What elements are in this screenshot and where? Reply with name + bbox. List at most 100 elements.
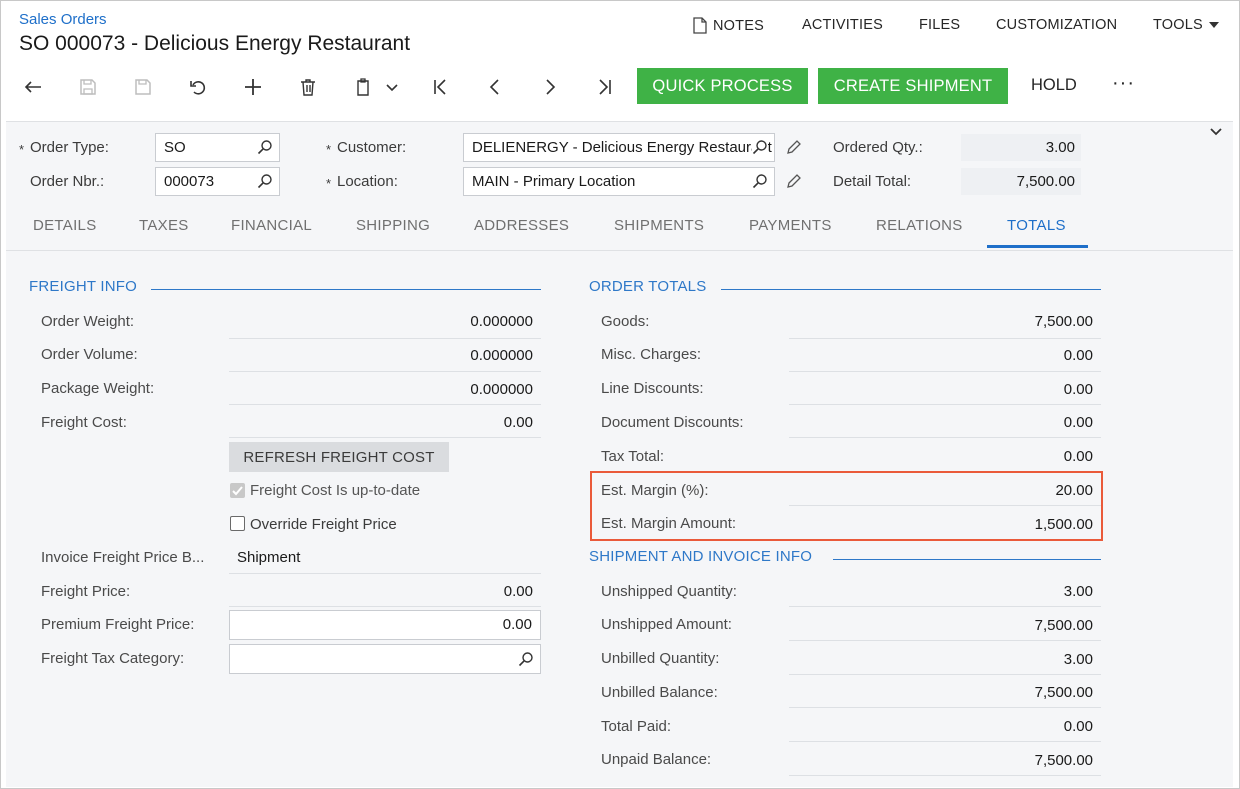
tax-total-value: 0.00 [1063, 448, 1093, 465]
total-paid-value: 0.00 [1063, 718, 1093, 735]
location-field[interactable]: MAIN - Primary Location [463, 167, 775, 196]
edit-customer-pencil-icon[interactable] [786, 139, 802, 160]
ordered-qty-label: Ordered Qty.: [833, 139, 923, 156]
detail-total-value: 7,500.00 [961, 168, 1081, 195]
files-button[interactable]: FILES [919, 17, 960, 33]
tab-taxes[interactable]: TAXES [139, 217, 189, 234]
margin-highlight-box [590, 471, 1103, 541]
undo-icon[interactable] [186, 75, 210, 99]
search-icon[interactable] [518, 651, 534, 671]
create-shipment-button[interactable]: CREATE SHIPMENT [818, 68, 1008, 104]
invoice-freight-basis-value: Shipment [237, 549, 301, 566]
breadcrumb[interactable]: Sales Orders [19, 11, 107, 28]
order-volume-value: 0.000000 [470, 347, 533, 364]
section-divider [833, 559, 1101, 560]
tab-payments[interactable]: PAYMENTS [749, 217, 832, 234]
collapse-chevron-icon[interactable] [1208, 124, 1224, 145]
first-record-icon[interactable] [428, 75, 452, 99]
freight-up-to-date-label: Freight Cost Is up-to-date [250, 482, 421, 499]
tab-addresses[interactable]: ADDRESSES [474, 217, 569, 234]
unpaid-balance-value: 7,500.00 [1034, 752, 1093, 769]
tab-relations[interactable]: RELATIONS [876, 217, 963, 234]
required-mark: * [326, 176, 332, 191]
clipboard-dropdown-icon[interactable] [380, 75, 404, 99]
delete-icon[interactable] [296, 75, 320, 99]
search-icon[interactable] [257, 173, 273, 193]
save-icon[interactable] [131, 75, 155, 99]
refresh-freight-cost-button[interactable]: REFRESH FREIGHT COST [229, 442, 449, 472]
premium-freight-price-input[interactable]: 0.00 [229, 610, 541, 640]
tab-financial[interactable]: FINANCIAL [231, 217, 312, 234]
add-icon[interactable] [241, 75, 265, 99]
override-freight-price-checkbox[interactable] [230, 516, 245, 531]
freight-price-label: Freight Price: [41, 583, 131, 600]
document-discounts-label: Document Discounts: [601, 414, 744, 431]
goods-value: 7,500.00 [1034, 313, 1093, 330]
order-type-field[interactable]: SO [155, 133, 280, 162]
freight-tax-category-field[interactable] [229, 644, 541, 674]
save-close-icon[interactable] [76, 75, 100, 99]
previous-record-icon[interactable] [483, 75, 507, 99]
required-mark: * [326, 142, 332, 157]
line-discounts-value: 0.00 [1063, 381, 1093, 398]
freight-cost-label: Freight Cost: [41, 414, 127, 431]
more-menu-button[interactable]: ··· [1112, 72, 1135, 95]
customization-label: CUSTOMIZATION [996, 17, 1118, 33]
detail-total-label: Detail Total: [833, 173, 912, 190]
unpaid-balance-label: Unpaid Balance: [601, 751, 712, 768]
row-divider [789, 437, 1101, 438]
package-weight-label: Package Weight: [41, 380, 155, 397]
customization-button[interactable]: CUSTOMIZATION [996, 17, 1117, 33]
order-nbr-label: Order Nbr.: [30, 173, 105, 190]
override-freight-price-label[interactable]: Override Freight Price [250, 516, 397, 533]
search-icon[interactable] [752, 173, 768, 193]
activities-button[interactable]: ACTIVITIES [802, 17, 883, 33]
freight-price-value: 0.00 [503, 583, 533, 600]
quick-process-button[interactable]: QUICK PROCESS [637, 68, 808, 104]
document-discounts-value: 0.00 [1063, 414, 1093, 431]
back-icon[interactable] [21, 75, 45, 99]
row-divider [229, 437, 541, 438]
clipboard-icon[interactable] [351, 75, 375, 99]
tab-shipments[interactable]: SHIPMENTS [614, 217, 704, 234]
order-nbr-field[interactable]: 000073 [155, 167, 280, 196]
goods-label: Goods: [601, 313, 650, 330]
unbilled-quantity-value: 3.00 [1063, 651, 1093, 668]
search-icon[interactable] [257, 139, 273, 159]
customer-field[interactable]: DELIENERGY - Delicious Energy Restaurant [463, 133, 775, 162]
row-divider [229, 371, 541, 372]
order-type-label: Order Type: [30, 139, 109, 156]
order-volume-label: Order Volume: [41, 346, 138, 363]
search-icon[interactable] [752, 139, 768, 159]
tab-shipping[interactable]: SHIPPING [356, 217, 430, 234]
customer-label: Customer: [337, 139, 407, 156]
row-divider [789, 741, 1101, 742]
unbilled-balance-value: 7,500.00 [1034, 684, 1093, 701]
freight-info-header: FREIGHT INFO [29, 278, 137, 295]
caret-down-icon [1208, 22, 1219, 28]
active-tab-indicator [987, 245, 1088, 248]
last-record-icon[interactable] [593, 75, 617, 99]
note-icon [693, 17, 707, 34]
checkmark-icon [232, 486, 243, 496]
unbilled-quantity-label: Unbilled Quantity: [601, 650, 720, 667]
invoice-freight-basis-label: Invoice Freight Price B... [41, 549, 205, 566]
tab-details[interactable]: DETAILS [33, 217, 97, 234]
freight-up-to-date-checkbox [230, 483, 245, 498]
edit-location-pencil-icon[interactable] [786, 173, 802, 194]
notes-button[interactable]: NOTES [693, 17, 764, 34]
premium-freight-price-label: Premium Freight Price: [41, 616, 195, 633]
row-divider [789, 404, 1101, 405]
misc-charges-label: Misc. Charges: [601, 346, 702, 363]
row-divider [789, 775, 1101, 776]
tab-totals[interactable]: TOTALS [1007, 217, 1066, 234]
location-value: MAIN - Primary Location [472, 173, 636, 190]
ordered-qty-value: 3.00 [961, 134, 1081, 161]
row-divider [229, 606, 541, 607]
hold-button[interactable]: HOLD [1031, 76, 1077, 95]
files-label: FILES [919, 17, 961, 33]
row-divider [789, 338, 1101, 339]
order-nbr-value: 000073 [164, 173, 215, 190]
tools-menu[interactable]: TOOLS [1153, 17, 1219, 33]
next-record-icon[interactable] [538, 75, 562, 99]
